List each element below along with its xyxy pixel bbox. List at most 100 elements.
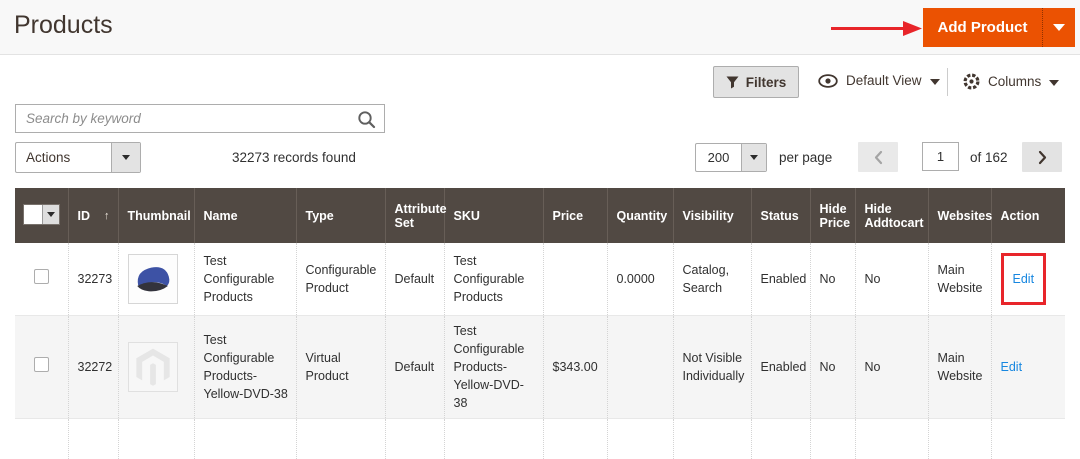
annotation-arrow-icon	[830, 20, 923, 42]
select-all-header	[15, 188, 68, 243]
caret-down-icon	[46, 212, 55, 217]
columns-label: Columns	[988, 74, 1042, 89]
add-product-button[interactable]: Add Product	[923, 8, 1075, 47]
actions-caret[interactable]	[111, 143, 140, 172]
per-page-label: per page	[779, 150, 833, 165]
row-checkbox[interactable]	[33, 356, 49, 372]
actions-label: Actions	[26, 150, 71, 165]
magento-placeholder-image	[135, 348, 170, 386]
cell-action: Edit	[990, 315, 1065, 420]
row-select-cell	[15, 243, 68, 316]
cell-name: Test Configurable Products-Yellow-DVD-38	[193, 315, 296, 420]
column-header-thumbnail[interactable]: Thumbnail	[117, 188, 194, 243]
gear-icon	[963, 73, 980, 90]
column-header-hide-addtocart[interactable]: Hide Addtocart	[854, 188, 928, 243]
column-header-id[interactable]: ID ↑	[67, 188, 118, 243]
cell-hide-price: No	[809, 315, 855, 420]
search-box	[15, 104, 385, 133]
cell-quantity	[606, 315, 673, 420]
cell-name: Test Configurable Products	[193, 243, 296, 316]
toolbar-divider	[947, 68, 948, 96]
column-header-sku[interactable]: SKU	[443, 188, 543, 243]
previous-page-button[interactable]	[858, 142, 898, 172]
cell-type: Configurable Product	[295, 243, 385, 316]
view-label: Default View	[846, 73, 922, 88]
column-header-websites[interactable]: Websites	[927, 188, 992, 243]
grid-header-row: ID ↑ Thumbnail Name Type Attribute Set S…	[15, 188, 1065, 243]
select-all-checkbox[interactable]	[23, 205, 42, 224]
caret-down-icon	[122, 155, 130, 160]
next-page-button[interactable]	[1022, 142, 1062, 172]
page-title: Products	[14, 11, 113, 39]
cell-id: 32272	[67, 315, 118, 420]
cell-visibility: Not Visible Individually	[672, 315, 751, 420]
cell-visibility: Catalog, Search	[672, 243, 751, 316]
current-page-input[interactable]	[922, 142, 959, 171]
column-header-action[interactable]: Action	[990, 188, 1065, 243]
product-thumbnail	[127, 341, 178, 392]
actions-dropdown[interactable]: Actions	[15, 142, 141, 173]
column-header-price[interactable]: Price	[542, 188, 607, 243]
add-product-split-toggle[interactable]	[1042, 8, 1075, 47]
records-found: 32273 records found	[232, 150, 356, 165]
search-icon[interactable]	[357, 110, 376, 134]
search-input[interactable]	[16, 105, 384, 132]
columns-selector[interactable]: Columns	[963, 73, 1060, 90]
filters-button[interactable]: Filters	[713, 66, 799, 98]
per-page-value: 200	[707, 150, 730, 165]
cell-websites: Main Website	[927, 243, 991, 316]
cell-attribute-set: Default	[384, 315, 444, 420]
eye-icon	[818, 73, 838, 88]
column-header-attribute-set[interactable]: Attribute Set	[384, 188, 447, 243]
cell-hide-price: No	[809, 243, 855, 316]
table-row: 32273 Test Configurable Products Configu…	[15, 243, 1065, 316]
cell-websites: Main Website	[927, 315, 991, 420]
column-header-hide-price[interactable]: Hide Price	[809, 188, 855, 243]
row-checkbox[interactable]	[33, 268, 49, 284]
edit-link[interactable]: Edit	[1001, 360, 1023, 374]
select-all-dropdown[interactable]	[22, 204, 60, 225]
cell-type: Virtual Product	[295, 315, 385, 420]
table-row	[15, 418, 1065, 459]
product-thumbnail	[127, 253, 178, 304]
edit-link[interactable]: Edit	[1013, 272, 1035, 286]
cell-status: Enabled	[750, 243, 810, 316]
cell-quantity: 0.0000	[606, 243, 673, 316]
per-page-dropdown[interactable]: 200	[695, 143, 767, 172]
add-product-label[interactable]: Add Product	[923, 8, 1042, 47]
cell-id: 32273	[67, 243, 118, 316]
cell-sku: Test Configurable Products	[443, 243, 543, 316]
select-all-caret[interactable]	[41, 205, 59, 224]
cell-status: Enabled	[750, 315, 810, 420]
cell-action: Edit	[990, 243, 1065, 316]
column-header-type[interactable]: Type	[295, 188, 385, 243]
blue-cap-image	[136, 266, 169, 292]
caret-down-icon	[929, 78, 940, 85]
total-pages-label: of 162	[970, 150, 1008, 165]
cell-price: $343.00	[542, 315, 607, 420]
cell-thumbnail	[117, 315, 194, 420]
filter-icon	[726, 76, 739, 88]
cell-thumbnail	[117, 243, 194, 316]
per-page-caret[interactable]	[741, 144, 766, 171]
sort-ascending-icon: ↑	[104, 209, 110, 222]
cell-hide-addtocart: No	[854, 243, 928, 316]
cell-attribute-set: Default	[384, 243, 444, 316]
column-header-status[interactable]: Status	[750, 188, 810, 243]
row-select-cell	[15, 315, 68, 420]
view-selector[interactable]: Default View	[818, 73, 940, 88]
annotation-highlight-box: Edit	[1000, 252, 1047, 305]
cell-sku: Test Configurable Products-Yellow-DVD-38	[443, 315, 543, 420]
table-row: 32272 Test Configurable Products-Yellow-…	[15, 315, 1065, 420]
products-grid: ID ↑ Thumbnail Name Type Attribute Set S…	[15, 188, 1065, 459]
caret-down-icon	[750, 155, 758, 160]
column-header-visibility[interactable]: Visibility	[672, 188, 751, 243]
chevron-right-icon	[1038, 150, 1046, 164]
column-header-name[interactable]: Name	[193, 188, 296, 243]
column-header-quantity[interactable]: Quantity	[606, 188, 673, 243]
cell-hide-addtocart: No	[854, 315, 928, 420]
caret-down-icon	[1053, 24, 1065, 31]
cell-price	[542, 243, 607, 316]
caret-down-icon	[1049, 79, 1060, 86]
chevron-left-icon	[874, 150, 882, 164]
